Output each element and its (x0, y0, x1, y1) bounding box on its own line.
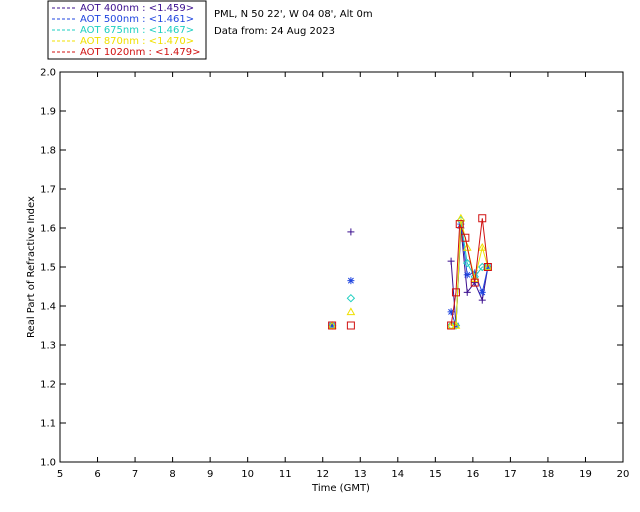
legend: AOT 400nm : <1.459>AOT 500nm : <1.461>AO… (47, 0, 207, 60)
plot-frame (59, 71, 624, 463)
y-tick-label: 2.0 (40, 68, 56, 79)
x-axis: 5 6 7 8 9 10 11 12 13 14 15 16 17 18 19 20 (57, 72, 630, 480)
x-tick-label: 15 (429, 469, 442, 480)
legend-label: AOT 500nm : <1.461> (80, 14, 194, 25)
data-point (346, 321, 355, 330)
series-layer (327, 213, 493, 330)
x-tick-label: 14 (391, 469, 404, 480)
x-tick-label: 5 (57, 469, 63, 480)
y-tick-label: 1.8 (40, 146, 56, 157)
x-tick-label: 18 (542, 469, 555, 480)
data-point (346, 307, 356, 316)
legend-label: AOT 400nm : <1.459> (80, 3, 194, 14)
data-point (347, 277, 355, 285)
y-axis-label: Real Part of Refractive Index (26, 196, 37, 338)
header-data-from: Data from: 24 Aug 2023 (214, 26, 335, 37)
header-location: PML, N 50 22', W 04 08', Alt 0m (214, 9, 373, 20)
legend-label: AOT 1020nm : <1.479> (80, 47, 200, 58)
y-axis: 1.0 1.1 1.2 1.3 1.4 1.5 1.6 1.7 1.8 1.9 2.0 (40, 68, 623, 469)
x-tick-label: 13 (354, 469, 367, 480)
x-tick-label: 7 (132, 469, 138, 480)
y-tick-label: 1.3 (40, 341, 56, 352)
x-tick-label: 20 (617, 469, 630, 480)
x-tick-label: 19 (579, 469, 592, 480)
y-tick-label: 1.7 (40, 185, 56, 196)
data-point (463, 271, 471, 279)
data-point (447, 257, 455, 265)
data-point (478, 296, 486, 304)
x-tick-label: 12 (316, 469, 329, 480)
x-tick-label: 16 (466, 469, 479, 480)
data-point (346, 293, 356, 303)
x-tick-label: 10 (241, 469, 254, 480)
data-point (347, 228, 355, 236)
y-tick-label: 1.0 (40, 458, 56, 469)
y-tick-label: 1.6 (40, 224, 56, 235)
x-tick-label: 8 (169, 469, 175, 480)
data-point (478, 288, 486, 296)
y-tick-label: 1.5 (40, 263, 56, 274)
chart: AOT 400nm : <1.459>AOT 500nm : <1.461>AO… (26, 0, 630, 494)
y-tick-label: 1.2 (40, 380, 56, 391)
y-tick-label: 1.4 (40, 302, 56, 313)
x-tick-label: 9 (207, 469, 213, 480)
x-axis-label: Time (GMT) (311, 483, 370, 494)
y-tick-label: 1.9 (40, 107, 56, 118)
y-tick-label: 1.1 (40, 419, 56, 430)
x-tick-label: 11 (279, 469, 292, 480)
legend-label: AOT 870nm : <1.470> (80, 36, 194, 47)
x-tick-label: 6 (94, 469, 100, 480)
x-tick-label: 17 (504, 469, 517, 480)
legend-label: AOT 675nm : <1.467> (80, 25, 194, 36)
